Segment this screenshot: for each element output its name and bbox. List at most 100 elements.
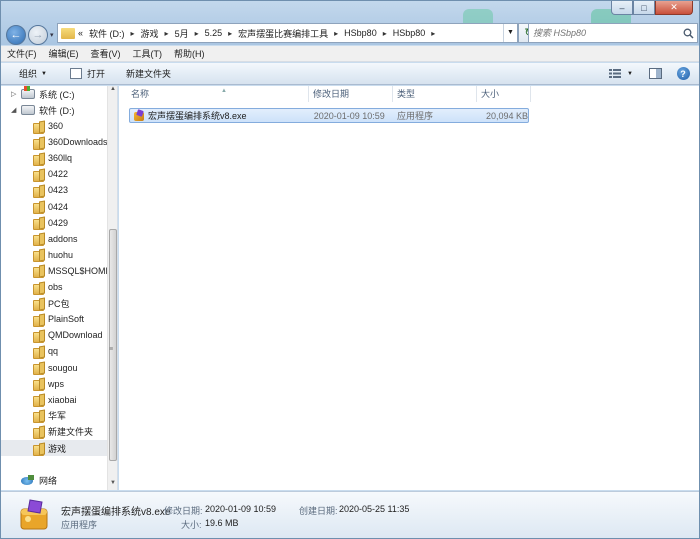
folder-icon	[33, 249, 44, 263]
breadcrumb-item[interactable]: HSbp80	[390, 28, 429, 38]
breadcrumb-separator-icon[interactable]: ▸	[428, 29, 438, 38]
nav-folder-item[interactable]: addons	[1, 231, 107, 247]
breadcrumb-separator-icon[interactable]: ▸	[128, 29, 138, 38]
breadcrumb-item[interactable]: 5月	[172, 27, 192, 40]
address-bar[interactable]: « 软件 (D:) ▸ 游戏 ▸ 5月 ▸ 5.25 ▸ 宏声摆蛋比赛编排工具 …	[57, 23, 518, 43]
folder-icon	[61, 27, 75, 39]
nav-folder-item[interactable]: 0429	[1, 215, 107, 231]
nav-folder-item[interactable]: qq	[1, 343, 107, 359]
nav-folder-item[interactable]: sougou	[1, 360, 107, 376]
search-box[interactable]	[528, 23, 698, 43]
file-row[interactable]: 宏声摆蛋编排系统v8.exe 2020-01-09 10:59 应用程序 20,…	[129, 108, 529, 123]
nav-folder-item[interactable]: 新建文件夹	[1, 424, 107, 440]
view-options-dropdown[interactable]: ▼	[625, 66, 635, 82]
nav-folder-item[interactable]: 0423	[1, 182, 107, 198]
nav-folder-item[interactable]: obs	[1, 279, 107, 295]
search-input[interactable]	[533, 28, 679, 38]
breadcrumb-separator-icon[interactable]: ▸	[380, 29, 390, 38]
nav-folder-label: PC包	[48, 298, 70, 309]
search-icon[interactable]	[679, 24, 697, 42]
scrollbar-grip-icon: ≡	[109, 346, 114, 353]
menu-file[interactable]: 文件(F)	[1, 47, 43, 60]
nav-folder-item[interactable]: 华军	[1, 408, 107, 424]
nav-folder-item[interactable]: 360	[1, 118, 107, 134]
column-header-type[interactable]: 类型	[393, 86, 477, 102]
nav-folder-item[interactable]: 360Downloads	[1, 134, 107, 150]
menu-view[interactable]: 查看(V)	[85, 47, 127, 60]
close-button[interactable]: ✕	[655, 1, 693, 15]
folder-icon	[33, 298, 44, 311]
scroll-down-icon[interactable]: ▼	[108, 480, 117, 490]
navigation-pane: ▷ 系统 (C:) ◢ 软件 (D:) 360 360Downloads 360ll…	[1, 86, 118, 490]
preview-pane-button[interactable]	[645, 66, 665, 82]
column-header-modified[interactable]: 修改日期	[309, 86, 393, 102]
navigation-scrollbar[interactable]: ▲ ≡ ▼	[107, 86, 117, 490]
nav-folder-item[interactable]: 0422	[1, 166, 107, 182]
details-modified-value: 2020-01-09 10:59	[205, 504, 277, 514]
nav-folder-label: obs	[48, 282, 63, 292]
folder-icon	[33, 378, 44, 392]
nav-folder-item[interactable]: QMDownload	[1, 327, 107, 343]
breadcrumb-overflow[interactable]: «	[75, 28, 86, 38]
collapse-icon[interactable]: ◢	[11, 106, 19, 114]
file-size: 20,094 KB	[485, 110, 528, 121]
explorer-window: – □ ✕ ← → ▾ « 软件 (D:) ▸ 游戏 ▸ 5月 ▸ 5.25 ▸…	[0, 0, 700, 539]
nav-folder-item[interactable]: 360llq	[1, 150, 107, 166]
address-history-dropdown[interactable]: ▼	[503, 24, 517, 42]
nav-folder-item[interactable]: 游戏	[1, 440, 107, 456]
nav-folder-item[interactable]: xiaobai	[1, 392, 107, 408]
menu-edit[interactable]: 编辑(E)	[43, 47, 85, 60]
view-options-button[interactable]	[605, 66, 625, 82]
folder-icon	[33, 282, 44, 295]
nav-folder-label: 0423	[48, 185, 69, 196]
nav-drive-c[interactable]: ▷ 系统 (C:)	[1, 86, 107, 102]
forward-button[interactable]: →	[28, 25, 48, 45]
organize-label: 组织	[19, 69, 38, 79]
folder-icon	[33, 314, 44, 327]
nav-folder-item[interactable]: PlainSoft	[1, 311, 107, 327]
nav-folder-label: 360llq	[48, 153, 73, 164]
chevron-down-icon: ▼	[41, 70, 47, 77]
menu-tools[interactable]: 工具(T)	[127, 47, 169, 60]
breadcrumb-separator-icon[interactable]: ▸	[225, 29, 235, 38]
column-name-label: 名称	[131, 89, 150, 99]
nav-drive-d[interactable]: ◢ 软件 (D:)	[1, 102, 107, 118]
folder-icon	[33, 121, 44, 134]
open-icon	[69, 68, 82, 79]
column-header-size[interactable]: 大小	[477, 86, 531, 102]
nav-network[interactable]: 网络	[1, 472, 107, 488]
nav-folder-label: wps	[48, 378, 65, 389]
new-folder-button[interactable]: 新建文件夹	[114, 63, 180, 84]
recent-pages-dropdown[interactable]: ▾	[50, 31, 54, 39]
back-arrow-icon: ←	[10, 29, 22, 41]
scrollbar-thumb[interactable]	[109, 229, 117, 461]
nav-folder-label: 0422	[48, 169, 69, 180]
breadcrumb-item[interactable]: HSbp80	[341, 28, 380, 38]
open-button[interactable]: 打开	[56, 63, 114, 84]
breadcrumb-item[interactable]: 5.25	[202, 28, 226, 38]
scroll-up-icon[interactable]: ▲	[108, 86, 117, 96]
maximize-button[interactable]: □	[633, 1, 655, 15]
window-caption-buttons: – □ ✕	[611, 1, 693, 15]
breadcrumb-separator-icon[interactable]: ▸	[162, 29, 172, 38]
help-button[interactable]: ?	[673, 66, 693, 82]
folder-icon	[33, 362, 44, 375]
system-drive-icon	[21, 86, 35, 99]
menu-help[interactable]: 帮助(H)	[168, 47, 211, 60]
expand-icon[interactable]: ▷	[11, 90, 19, 98]
nav-folder-item[interactable]: MSSQL$HOME	[1, 263, 107, 279]
nav-folder-item[interactable]: huohu	[1, 247, 107, 263]
minimize-button[interactable]: –	[611, 1, 633, 15]
breadcrumb-separator-icon[interactable]: ▸	[192, 29, 202, 38]
column-header-name[interactable]: 名称 ▲	[127, 86, 309, 102]
breadcrumb-item[interactable]: 软件 (D:)	[86, 27, 128, 40]
breadcrumb-item[interactable]: 宏声摆蛋比赛编排工具	[235, 27, 331, 40]
breadcrumb-item[interactable]: 游戏	[138, 27, 162, 40]
nav-folder-item[interactable]: 0424	[1, 199, 107, 215]
back-button[interactable]: ←	[6, 25, 26, 45]
nav-folder-item[interactable]: PC包	[1, 295, 107, 311]
nav-folder-item[interactable]: wps	[1, 376, 107, 392]
file-list-pane[interactable]: 名称 ▲ 修改日期 类型 大小 宏声摆蛋编排系统v8.exe 2020-01-0…	[119, 86, 699, 490]
organize-button[interactable]: 组织 ▼	[1, 63, 56, 84]
breadcrumb-separator-icon[interactable]: ▸	[331, 29, 341, 38]
